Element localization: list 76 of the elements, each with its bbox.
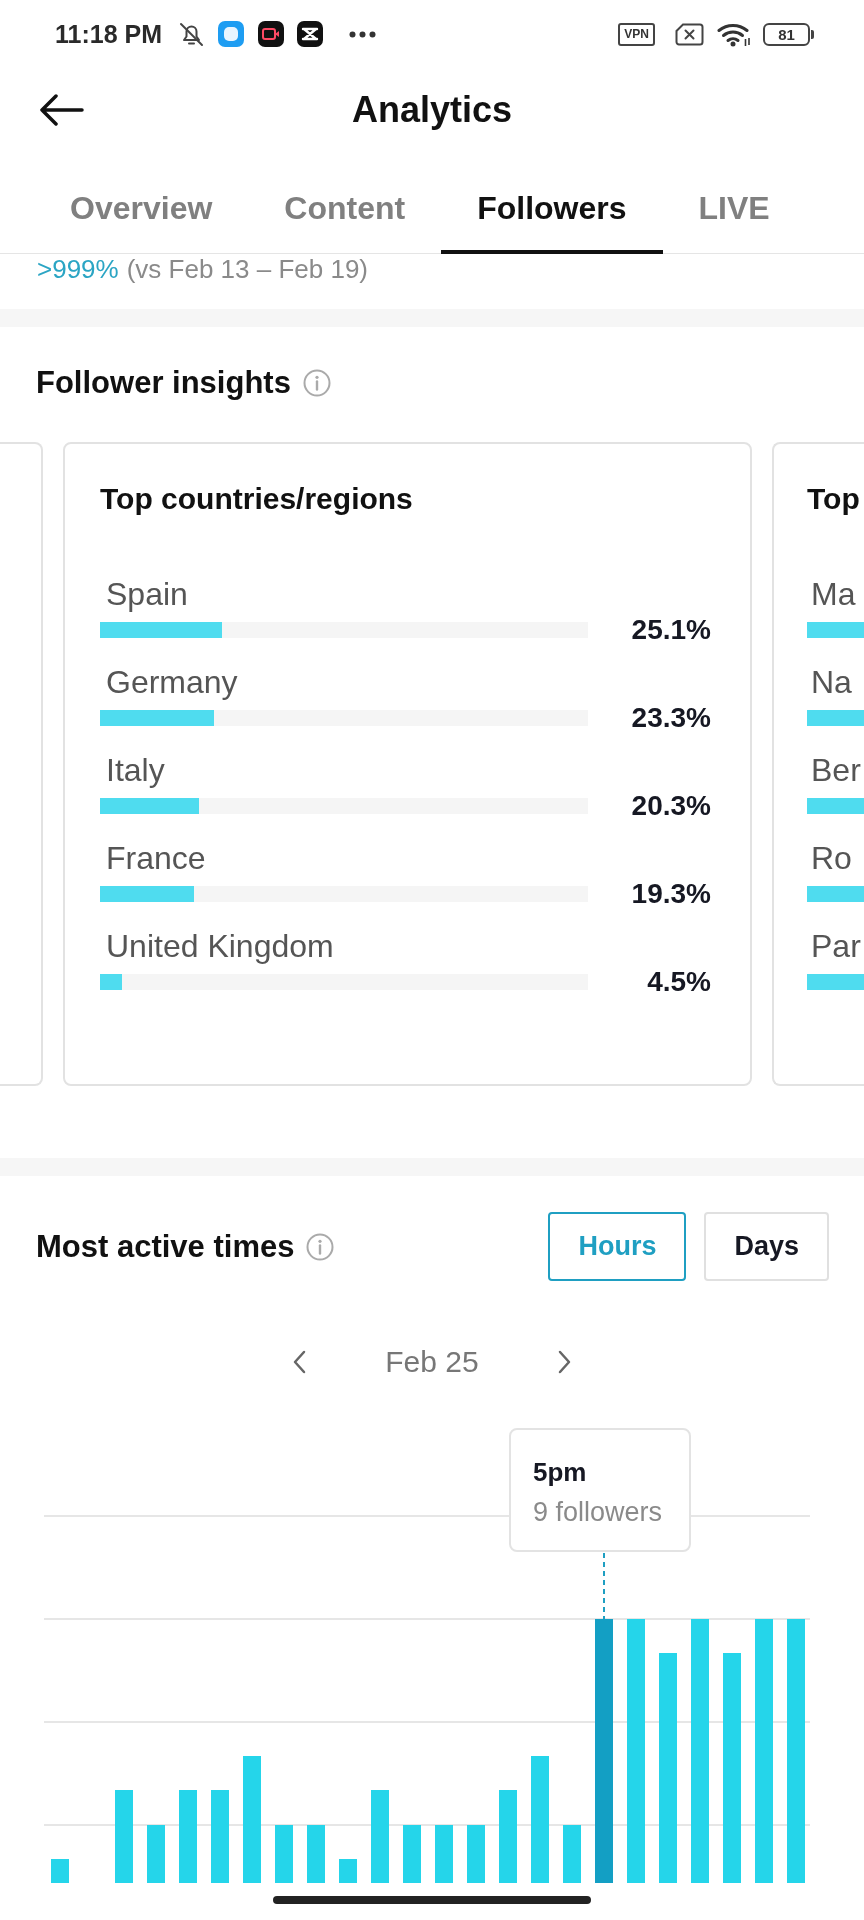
chart-bar[interactable]	[563, 1825, 581, 1883]
chart-bar[interactable]	[179, 1790, 197, 1883]
chart-bar[interactable]	[659, 1653, 677, 1883]
growth-percentage: >999%	[37, 254, 119, 284]
toggle-button[interactable]: Days	[704, 1212, 829, 1281]
chart-bar[interactable]	[115, 1790, 133, 1883]
chart-bar[interactable]	[467, 1825, 485, 1883]
tab[interactable]: Followers	[441, 152, 663, 254]
chart-bar[interactable]	[627, 1619, 645, 1883]
chart-bar[interactable]	[531, 1756, 549, 1883]
bar-fill	[807, 886, 864, 902]
chart-bar[interactable]	[595, 1619, 613, 1883]
chevron-left-icon[interactable]	[292, 1350, 307, 1374]
page-title: Analytics	[351, 88, 513, 132]
chart-bar[interactable]	[211, 1790, 229, 1883]
back-arrow-icon[interactable]	[39, 94, 84, 126]
location-name: Na	[811, 666, 852, 698]
percentage-value: 20.3%	[631, 790, 711, 822]
date-label: Feb 25	[385, 1344, 479, 1380]
percentage-value: 25.1%	[631, 614, 711, 646]
no-sim-icon	[675, 22, 704, 46]
chart-bar[interactable]	[371, 1790, 389, 1883]
chart-bar[interactable]	[691, 1619, 709, 1883]
tab[interactable]: Content	[248, 152, 442, 254]
more-dots-icon	[349, 30, 376, 38]
chart-bar[interactable]	[723, 1653, 741, 1883]
chart-bar[interactable]	[147, 1825, 165, 1883]
chart-bar[interactable]	[51, 1859, 69, 1883]
battery-indicator: 81	[763, 22, 814, 46]
muted-bell-icon	[178, 20, 205, 48]
country-name: Germany	[106, 666, 238, 698]
video-camera-app-icon	[258, 21, 284, 47]
country-name: Italy	[106, 754, 165, 786]
location-name: Par	[811, 930, 861, 962]
chart-bar[interactable]	[339, 1859, 357, 1883]
rounded-square-app-icon	[218, 21, 244, 47]
card-title: Top countries/regions	[100, 481, 413, 517]
location-name: Ma	[811, 578, 856, 610]
country-name: United Kingdom	[106, 930, 334, 962]
chart-bar[interactable]	[275, 1825, 293, 1883]
chart-bar[interactable]	[307, 1825, 325, 1883]
bar-fill	[807, 710, 864, 726]
country-name: Spain	[106, 578, 188, 610]
chart-bar[interactable]	[403, 1825, 421, 1883]
bar-fill	[807, 622, 864, 638]
percentage-value: 23.3%	[631, 702, 711, 734]
percentage-value: 4.5%	[647, 966, 711, 998]
tooltip-time: 5pm	[533, 1456, 587, 1489]
location-name: Ro	[811, 842, 852, 874]
chart-bar[interactable]	[435, 1825, 453, 1883]
bar-fill	[807, 798, 864, 814]
chevron-right-icon[interactable]	[557, 1350, 572, 1374]
home-indicator[interactable]	[273, 1896, 591, 1904]
percentage-value: 19.3%	[631, 878, 711, 910]
chart-bar[interactable]	[755, 1619, 773, 1883]
tab[interactable]: LIVE	[662, 152, 806, 254]
wifi-icon	[717, 21, 751, 47]
leader-line	[603, 1552, 605, 1620]
vpn-indicator: VPN	[618, 22, 655, 46]
card-title: Top	[807, 481, 860, 517]
crossed-lines-app-icon	[297, 21, 323, 47]
location-name: Ber	[811, 754, 861, 786]
chart-bar[interactable]	[243, 1756, 261, 1883]
tooltip-count: 9 followers	[533, 1496, 663, 1529]
toggle-button[interactable]: Hours	[548, 1212, 687, 1281]
tab[interactable]: Overview	[34, 152, 249, 254]
country-name: France	[106, 842, 206, 874]
chart-bar[interactable]	[499, 1790, 517, 1883]
status-time: 11:18 PM	[55, 19, 162, 49]
bar-fill	[807, 974, 864, 990]
section-title: Follower insights	[36, 365, 291, 401]
section-title: Most active times	[36, 1228, 295, 1265]
info-icon[interactable]	[302, 369, 331, 397]
comparison-range: (vs Feb 13 – Feb 19)	[126, 254, 369, 284]
chart-bar[interactable]	[787, 1619, 805, 1883]
info-icon[interactable]	[306, 1232, 335, 1261]
